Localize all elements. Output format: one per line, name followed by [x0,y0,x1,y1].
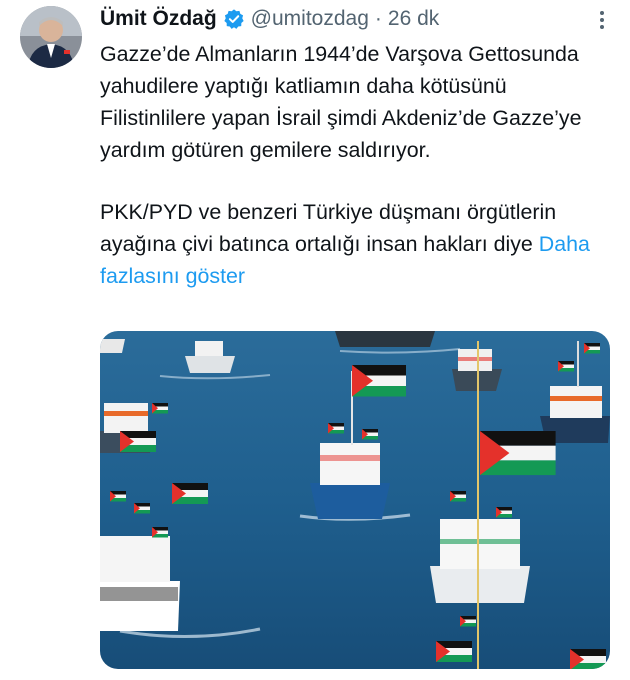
tweet-paragraph-1: Gazze’de Almanların 1944’de Varşova Gett… [100,42,582,162]
tweet-paragraph-2: PKK/PYD ve benzeri Türkiye düşmanı örgüt… [100,196,610,292]
tweet-text: Gazze’de Almanların 1944’de Varşova Gett… [100,38,610,292]
tweet-media-image[interactable] [100,331,610,669]
tweet-header: Ümit Özdağ @umitozdag · 26 dk [100,4,439,34]
author-handle[interactable]: @umitozdag [251,7,369,31]
author-name[interactable]: Ümit Özdağ [100,7,217,31]
flotilla-photo [100,331,610,669]
tweet-paragraph-2-text: PKK/PYD ve benzeri Türkiye düşmanı örgüt… [100,200,557,256]
timestamp[interactable]: 26 dk [388,7,439,31]
separator-dot: · [374,7,382,30]
verified-badge-icon [223,8,245,30]
tweet: Ümit Özdağ @umitozdag · 26 dk Gazze’de A… [0,0,630,680]
avatar[interactable] [20,6,82,68]
more-options-icon[interactable] [592,8,612,32]
avatar-image [20,6,82,68]
